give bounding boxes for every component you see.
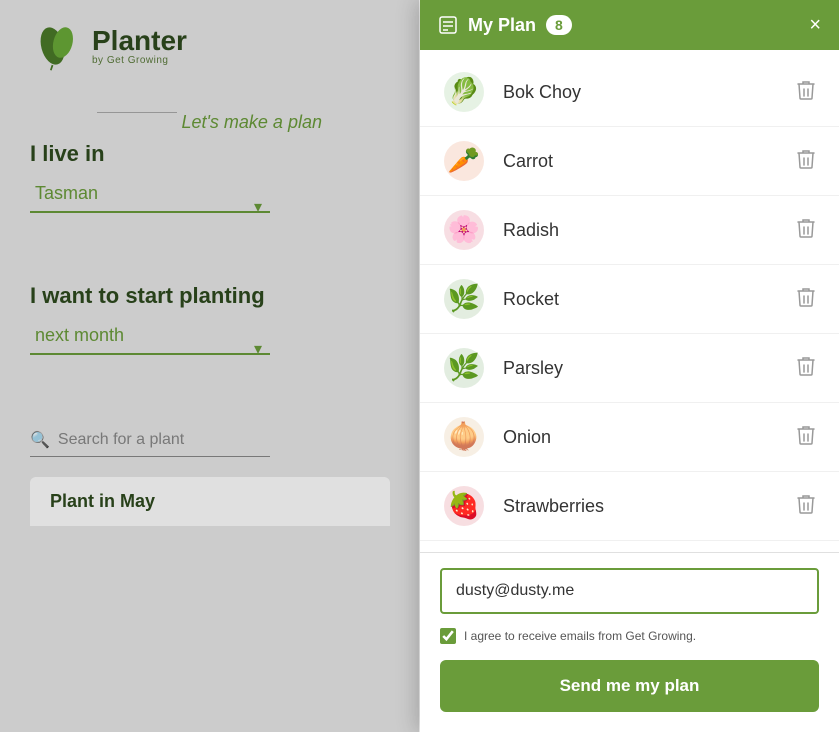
close-button[interactable]: × — [809, 15, 821, 35]
delete-plant-button[interactable] — [793, 352, 819, 385]
agree-label: I agree to receive emails from Get Growi… — [464, 629, 696, 643]
location-dropdown-wrapper[interactable]: Tasman — [30, 175, 270, 238]
plant-image: 🍓 — [440, 482, 488, 530]
email-input[interactable] — [440, 568, 819, 614]
plant-name: Rocket — [503, 289, 793, 310]
svg-text:🍓: 🍓 — [448, 490, 480, 520]
modal-header-left: My Plan 8 — [438, 15, 572, 36]
plant-image: 🌿 — [440, 275, 488, 323]
list-item: 🧅 Onion — [420, 403, 839, 472]
section-divider — [97, 112, 177, 113]
plant-image: 🥕 — [440, 137, 488, 185]
modal-header: My Plan 8 × — [420, 0, 839, 50]
plant-in-section: Plant in May — [30, 477, 390, 526]
delete-plant-button[interactable] — [793, 490, 819, 523]
delete-plant-button[interactable] — [793, 76, 819, 109]
plan-count-badge: 8 — [546, 15, 572, 35]
modal-footer: I agree to receive emails from Get Growi… — [420, 552, 839, 732]
delete-plant-button[interactable] — [793, 421, 819, 454]
location-dropdown[interactable]: Tasman — [30, 175, 270, 213]
list-item: 🌸 Radish — [420, 196, 839, 265]
plant-list: 🥬 Bok Choy 🥕 Carrot — [420, 50, 839, 552]
logo-name: Planter — [92, 27, 187, 55]
modal-title: My Plan — [468, 15, 536, 36]
start-planting-label: I want to start planting — [30, 283, 389, 309]
logo-icon — [30, 20, 82, 72]
search-area[interactable]: 🔍 Search for a plant — [30, 430, 270, 457]
svg-text:🌸: 🌸 — [448, 214, 480, 244]
my-plan-modal: My Plan 8 × 🥬 Bok Choy 🥕 — [420, 0, 839, 732]
send-plan-button[interactable]: Send me my plan — [440, 660, 819, 712]
left-panel: Planter by Get Growing Let's make a plan… — [0, 0, 419, 732]
svg-text:🌿: 🌿 — [448, 352, 480, 382]
logo-area: Planter by Get Growing — [30, 20, 389, 72]
logo-sub: by Get Growing — [92, 55, 187, 66]
timing-dropdown[interactable]: next month — [30, 317, 270, 355]
plant-name: Carrot — [503, 151, 793, 172]
list-item: 🥬 Bok Choy — [420, 58, 839, 127]
search-icon: 🔍 — [30, 430, 50, 450]
delete-plant-button[interactable] — [793, 283, 819, 316]
plant-image: 🥬 — [440, 68, 488, 116]
delete-plant-button[interactable] — [793, 145, 819, 178]
agree-checkbox[interactable] — [440, 628, 456, 644]
live-in-label: I live in — [30, 141, 389, 167]
plant-image: 🌿 — [440, 344, 488, 392]
list-item: 🥕 Carrot — [420, 127, 839, 196]
plant-name: Bok Choy — [503, 82, 793, 103]
plant-image: 🌸 — [440, 206, 488, 254]
plant-image: 🧅 — [440, 413, 488, 461]
tagline: Let's make a plan — [181, 112, 322, 132]
svg-text:🥕: 🥕 — [448, 145, 480, 175]
plant-name: Strawberries — [503, 496, 793, 517]
search-placeholder-text: Search for a plant — [58, 431, 184, 449]
agree-row: I agree to receive emails from Get Growi… — [440, 628, 819, 644]
delete-plant-button[interactable] — [793, 214, 819, 247]
logo-text: Planter by Get Growing — [92, 27, 187, 66]
list-item: 🍓 Strawberries — [420, 472, 839, 541]
svg-text:🥬: 🥬 — [448, 76, 480, 106]
plan-icon — [438, 15, 458, 35]
svg-text:🌿: 🌿 — [448, 283, 480, 313]
plant-in-label: Plant in May — [50, 491, 155, 511]
plant-name: Onion — [503, 427, 793, 448]
plant-name: Radish — [503, 220, 793, 241]
plant-name: Parsley — [503, 358, 793, 379]
list-item: 🌿 Parsley — [420, 334, 839, 403]
list-item: 🫚 Beetroot — [420, 541, 839, 552]
list-item: 🌿 Rocket — [420, 265, 839, 334]
timing-dropdown-wrapper[interactable]: next month — [30, 317, 270, 380]
svg-text:🧅: 🧅 — [448, 420, 480, 452]
